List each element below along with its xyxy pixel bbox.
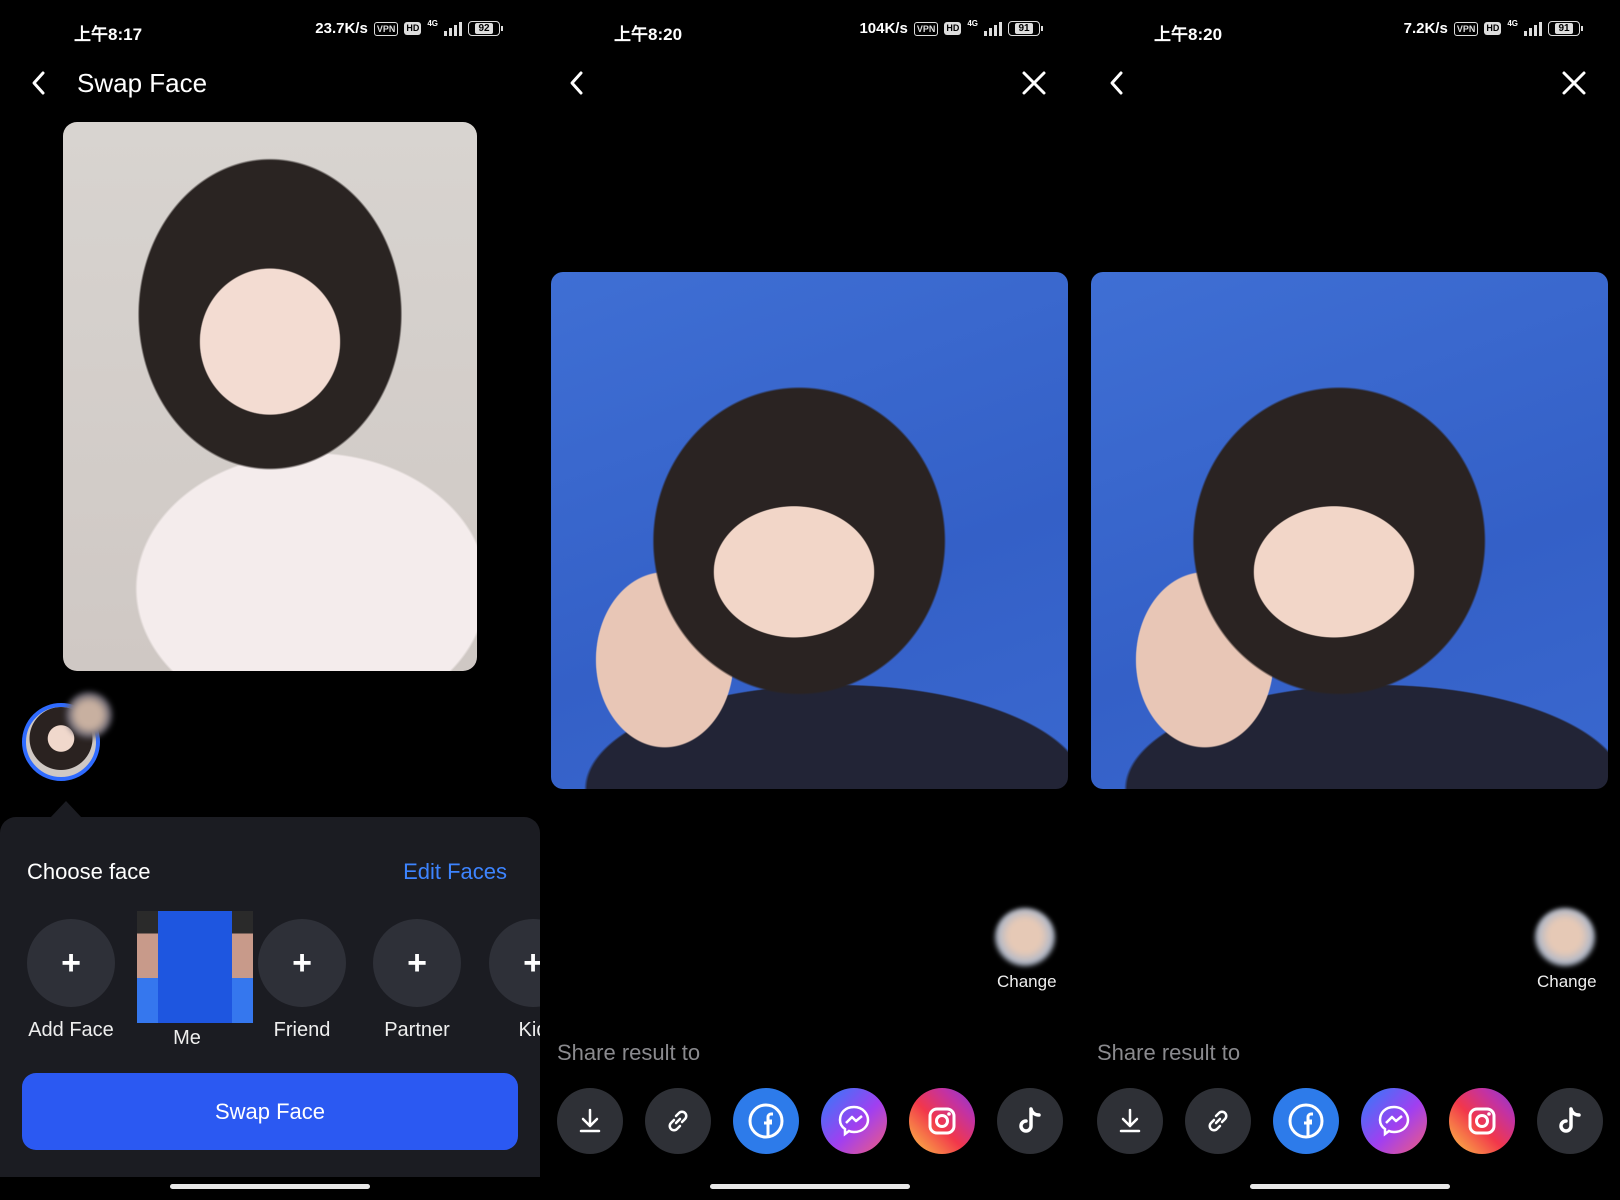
result-photo[interactable] [1091,272,1608,789]
hd-badge: HD [404,22,422,35]
plus-icon: + [373,919,461,1007]
link-icon [1208,1110,1228,1132]
share-link-button[interactable] [1185,1088,1251,1154]
face-item-kid[interactable]: + Kid [483,919,540,1042]
back-arrow-icon[interactable] [562,68,592,98]
result-screen-1: 上午8:20 104K/s VPN HD 4G 91 Change Share … [540,0,1080,1200]
net-speed: 23.7K/s [315,20,368,37]
facebook-icon [1288,1103,1324,1139]
instagram-icon [1468,1107,1496,1135]
share-download-button[interactable] [1097,1088,1163,1154]
plus-icon: + [489,919,540,1007]
hd-badge: HD [1484,22,1502,35]
share-label: Share result to [1097,1040,1241,1065]
share-messenger-button[interactable] [821,1088,887,1154]
vpn-badge: VPN [1453,21,1479,36]
plus-icon: + [27,919,115,1007]
vpn-badge: VPN [913,21,939,36]
network-type: 4G [967,19,978,28]
face-label: Friend [273,1019,331,1041]
change-face-avatar[interactable] [994,908,1056,970]
face-item-friend[interactable]: + Friend [252,919,352,1042]
battery-level: 91 [1015,23,1033,34]
page-title: Swap Face [77,68,208,98]
sheet-pointer [50,801,82,818]
choose-face-sheet: Choose face Edit Faces + Add Face Me + F… [0,817,540,1177]
signal-icon [1524,21,1542,36]
face-item-me[interactable]: Me [137,911,253,1050]
tiktok-icon [1019,1107,1041,1133]
home-indicator[interactable] [1250,1184,1450,1189]
share-facebook-button[interactable] [733,1088,799,1154]
messenger-icon [838,1105,870,1137]
messenger-icon [1378,1105,1410,1137]
hd-badge: HD [944,22,962,35]
status-time: 上午8:20 [614,25,683,44]
network-type: 4G [427,19,438,28]
back-arrow-icon[interactable] [1102,68,1132,98]
share-messenger-button[interactable] [1361,1088,1427,1154]
edit-faces-link[interactable]: Edit Faces [403,859,507,885]
battery-level: 91 [1555,23,1573,34]
share-download-button[interactable] [557,1088,623,1154]
download-icon [1119,1108,1141,1133]
me-face-avatar [137,911,253,1023]
home-indicator[interactable] [170,1184,370,1189]
share-targets [1097,1088,1620,1156]
signal-icon [444,21,462,36]
face-label: Partner [384,1019,450,1041]
assigned-face-badge [66,692,112,738]
result-screen-2: 上午8:20 7.2K/s VPN HD 4G 91 Change Share … [1080,0,1620,1200]
download-icon [579,1108,601,1133]
share-label: Share result to [557,1040,701,1065]
battery-level: 92 [475,23,493,34]
choose-face-label: Choose face [27,859,151,884]
share-facebook-button[interactable] [1273,1088,1339,1154]
net-speed: 104K/s [859,20,908,37]
change-face-label[interactable]: Change [997,972,1057,992]
share-tiktok-button[interactable] [1537,1088,1603,1154]
swap-face-screen: 上午8:17 23.7K/s VPN HD 4G 92 Swap Face Ch… [0,0,540,1200]
status-bar: 上午8:20 7.2K/s VPN HD 4G 91 [1080,18,1620,44]
face-item-partner[interactable]: + Partner [367,919,467,1042]
facebook-icon [748,1103,784,1139]
battery-icon: 91 [1008,21,1043,36]
plus-icon: + [258,919,346,1007]
home-indicator[interactable] [710,1184,910,1189]
battery-icon: 91 [1548,21,1583,36]
back-arrow-icon[interactable] [24,68,54,98]
share-targets [557,1088,1080,1156]
status-bar: 上午8:17 23.7K/s VPN HD 4G 92 [0,18,540,44]
vpn-badge: VPN [373,21,399,36]
link-icon [668,1110,688,1132]
swap-face-button[interactable]: Swap Face [22,1073,518,1150]
change-face-avatar[interactable] [1534,908,1596,970]
face-item-add[interactable]: + Add Face [21,919,121,1042]
share-link-button[interactable] [645,1088,711,1154]
target-photo[interactable] [63,122,477,671]
share-instagram-button[interactable] [909,1088,975,1154]
share-tiktok-button[interactable] [997,1088,1063,1154]
share-instagram-button[interactable] [1449,1088,1515,1154]
battery-icon: 92 [468,21,503,36]
close-icon[interactable] [1557,66,1591,100]
change-face-label[interactable]: Change [1537,972,1597,992]
tiktok-icon [1559,1107,1581,1133]
face-label: Me [173,1027,201,1049]
face-label: Kid [518,1019,540,1041]
status-time: 上午8:17 [74,25,143,44]
status-bar: 上午8:20 104K/s VPN HD 4G 91 [540,18,1080,44]
signal-icon [984,21,1002,36]
face-list: + Add Face Me + Friend + Partner + Kid [0,911,540,1050]
result-photo[interactable] [551,272,1068,789]
net-speed: 7.2K/s [1403,20,1448,37]
face-label: Add Face [28,1019,114,1041]
status-time: 上午8:20 [1154,25,1223,44]
instagram-icon [928,1107,956,1135]
network-type: 4G [1507,19,1518,28]
close-icon[interactable] [1017,66,1051,100]
